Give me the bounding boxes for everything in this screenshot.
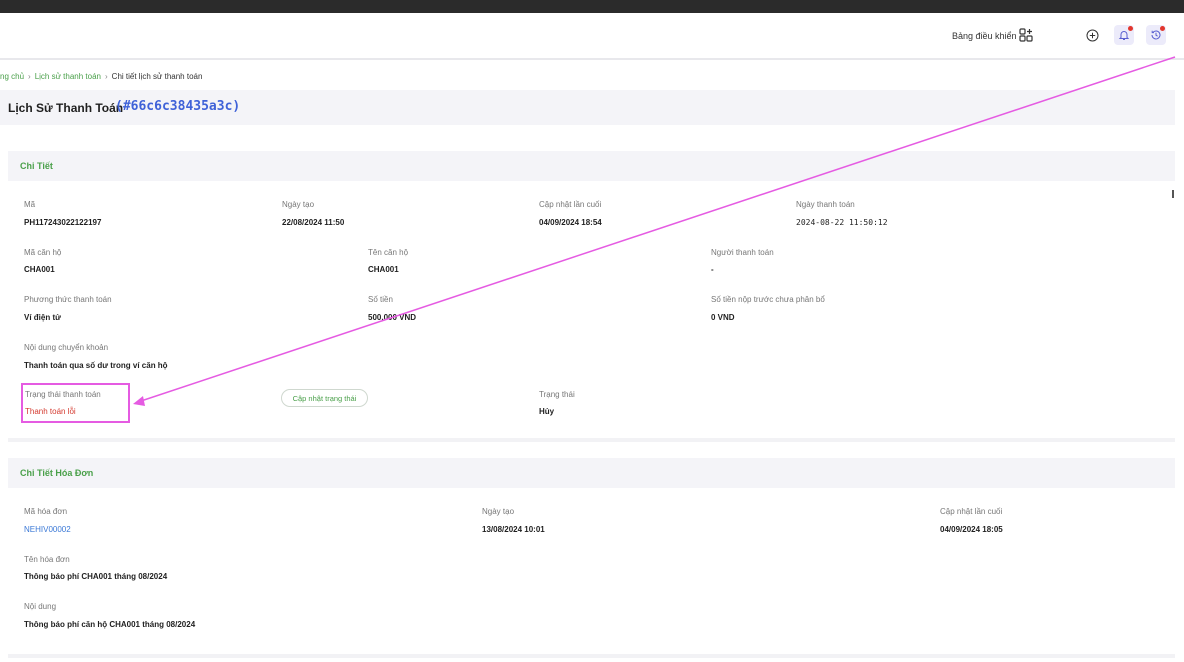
history-button[interactable] (1146, 25, 1166, 45)
page-title-bar: Lịch Sử Thanh Toán (#66c6c38435a3c) (0, 90, 1175, 125)
invoice-content-value: Thông báo phí căn hộ CHA001 tháng 08/202… (24, 620, 196, 629)
notification-dot (1128, 26, 1133, 31)
breadcrumb-home[interactable]: ng chủ (0, 72, 24, 81)
history-icon (1151, 30, 1161, 40)
payer-label: Người thanh toán (711, 248, 774, 257)
paid-date-value: 2024-08-22 11:50:12 (796, 218, 888, 227)
add-button[interactable] (1082, 25, 1102, 45)
invoice-created-label: Ngày tạo (482, 507, 515, 516)
details-card-header: Chi Tiết (8, 151, 1175, 181)
details-heading: Chi Tiết (20, 161, 53, 171)
code-value: PH117243022122197 (24, 218, 102, 227)
apt-name-value: CHA001 (368, 265, 399, 274)
paid-date-label: Ngày thanh toán (796, 200, 855, 209)
details-card: Chi Tiết (8, 151, 1175, 442)
invoice-created-value: 13/08/2024 10:01 (482, 525, 545, 534)
prepaid-value: 0 VND (711, 313, 735, 322)
created-label: Ngày tạo (282, 200, 315, 209)
invoice-card-header: Chi Tiết Hóa Đơn (8, 458, 1175, 488)
annotation-highlight-box (21, 383, 130, 423)
method-value: Ví điện tử (24, 313, 61, 322)
invoice-code-label: Mã hóa đơn (24, 507, 68, 516)
invoice-name-value: Thông báo phí CHA001 tháng 08/2024 (24, 572, 168, 581)
invoice-name-label: Tên hóa đơn (24, 555, 70, 564)
breadcrumb-separator: › (28, 72, 31, 81)
bell-icon (1118, 31, 1130, 40)
plus-circle-icon (1086, 29, 1098, 41)
invoice-heading: Chi Tiết Hóa Đơn (20, 468, 94, 478)
transfer-content-label: Nội dung chuyển khoản (24, 343, 109, 352)
status-label: Trạng thái (539, 390, 575, 399)
breadcrumb: ng chủ › Lịch sử thanh toán › Chi tiết lịch … (0, 72, 202, 81)
breadcrumb-current: Chi tiết lịch sử thanh toán (111, 72, 203, 81)
update-status-button[interactable]: Cập nhật trạng thái (281, 389, 368, 407)
invoice-updated-label: Cập nhật lần cuối (940, 507, 1003, 516)
right-edge-mark (1172, 190, 1174, 198)
apt-code-label: Mã căn hộ (24, 248, 62, 257)
payer-value: - (711, 265, 714, 274)
history-dot (1160, 26, 1165, 31)
invoice-code-link[interactable]: NEHIV00002 (24, 525, 71, 534)
transfer-content-value: Thanh toán qua số dư trong ví căn hộ (24, 361, 168, 370)
method-label: Phương thức thanh toán (24, 295, 112, 304)
code-label: Mã (24, 200, 36, 209)
amount-label: Số tiền (368, 295, 393, 304)
notifications-button[interactable] (1114, 25, 1134, 45)
apt-name-label: Tên căn hộ (368, 248, 409, 257)
dashboard-grid-icon[interactable] (1019, 28, 1033, 42)
dashboard-label[interactable]: Bảng điều khiển (952, 31, 1017, 41)
payment-id: (#66c6c38435a3c) (115, 99, 241, 114)
breadcrumb-separator: › (105, 72, 108, 81)
top-dark-strip (0, 0, 1184, 13)
invoice-updated-value: 04/09/2024 18:05 (940, 525, 1003, 534)
amount-value: 500,000 VND (368, 313, 417, 322)
updated-value: 04/09/2024 18:54 (539, 218, 602, 227)
page-title: Lịch Sử Thanh Toán (8, 101, 124, 115)
app-header: Bảng điều khiển (0, 13, 1184, 60)
breadcrumb-payment-history[interactable]: Lịch sử thanh toán (35, 72, 101, 81)
apt-code-value: CHA001 (24, 265, 55, 274)
prepaid-label: Số tiền nộp trước chưa phân bổ (711, 295, 825, 304)
updated-label: Cập nhật lần cuối (539, 200, 602, 209)
invoice-content-label: Nội dung (24, 602, 57, 611)
status-value: Hủy (539, 407, 555, 416)
created-value: 22/08/2024 11:50 (282, 218, 345, 227)
